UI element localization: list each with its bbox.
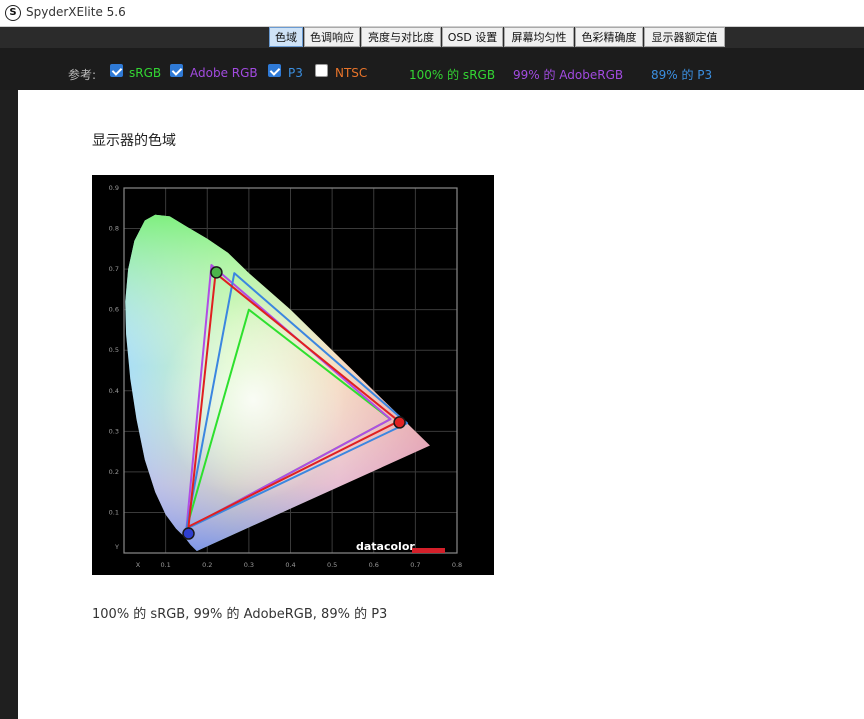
tab-screen-uniformity[interactable]: 屏幕均匀性 [504,27,574,47]
primary-marker [393,416,406,429]
tab-gamut[interactable]: 色域 [269,27,303,47]
window-title: SpyderXElite 5.6 [26,5,126,19]
content-panel: 显示器的色域 0.1 0.2 0.3 0.4 0.5 0.6 0.7 0.8 0… [18,90,864,719]
tab-monitor-rating[interactable]: 显示器额定值 [644,27,725,47]
x-tick-label: 0.8 [452,561,462,569]
tab-brightness-contrast[interactable]: 亮度与对比度 [361,27,441,47]
x-tick-label: 0.3 [244,561,254,569]
x-tick-label: 0.4 [285,561,295,569]
gamut-summary: 100% 的 sRGB, 99% 的 AdobeRGB, 89% 的 P3 [92,607,388,622]
y-tick-label: 0.3 [109,427,119,435]
x-tick-label: 0.5 [327,561,337,569]
datacolor-logo: datacolor [356,540,415,553]
ntsc-checkbox[interactable] [315,64,328,77]
x-tick-label: 0.7 [410,561,420,569]
y-tick-label: 0.2 [109,468,119,476]
p3-checkbox[interactable] [268,64,281,77]
title-bar: S SpyderXElite 5.6 [0,0,864,27]
y-tick-label: 0.1 [109,508,119,516]
p3-result: 89% 的 P3 [651,68,713,82]
adobe-rgb-result: 99% 的 AdobeRGB [513,68,624,82]
reference-bar: 参考: sRGB Adobe RGB P3 NTSC 100% 的 sRGB 9… [0,48,864,90]
tab-osd-settings[interactable]: OSD 设置 [442,27,503,47]
primary-marker [182,527,195,540]
white-point-glow [125,214,430,551]
x-axis-label: X [136,561,141,569]
datacolor-logo-bar [412,548,445,553]
x-tick-label: 0.2 [202,561,212,569]
srgb-checkbox[interactable] [110,64,123,77]
adobe-rgb-checkbox[interactable] [170,64,183,77]
srgb-label[interactable]: sRGB [129,66,161,80]
y-tick-label: 0.8 [109,225,119,233]
gamut-chart-svg: 0.1 0.2 0.3 0.4 0.5 0.6 0.7 0.8 0.1 0.2 0.3 0.4 0.5 0… [109,184,463,569]
primary-marker [210,266,223,279]
reference-label: 参考: [68,68,97,82]
tab-bar: 色域 色调响应 亮度与对比度 OSD 设置 屏幕均匀性 色彩精确度 显示器额定值 [0,27,864,48]
y-tick-label: 0.5 [109,346,119,354]
y-tick-label: 0.9 [109,184,119,192]
adobe-rgb-label[interactable]: Adobe RGB [190,66,258,80]
x-tick-label: 0.1 [160,561,170,569]
p3-label[interactable]: P3 [288,66,303,80]
y-tick-label: 0.4 [109,387,119,395]
ntsc-label[interactable]: NTSC [335,66,367,80]
gamut-chart: 0.1 0.2 0.3 0.4 0.5 0.6 0.7 0.8 0.1 0.2 0.3 0.4 0.5 0… [92,175,494,575]
srgb-result: 100% 的 sRGB [409,68,496,82]
x-tick-label: 0.6 [369,561,379,569]
app-logo-icon: S [5,5,21,21]
y-axis-label: Y [114,543,119,551]
left-panel-edge [0,90,18,719]
y-tick-label: 0.7 [109,265,119,273]
tab-color-accuracy[interactable]: 色彩精确度 [575,27,643,47]
y-tick-label: 0.6 [109,306,119,314]
tab-tone-response[interactable]: 色调响应 [304,27,360,47]
page-title: 显示器的色域 [92,133,176,149]
